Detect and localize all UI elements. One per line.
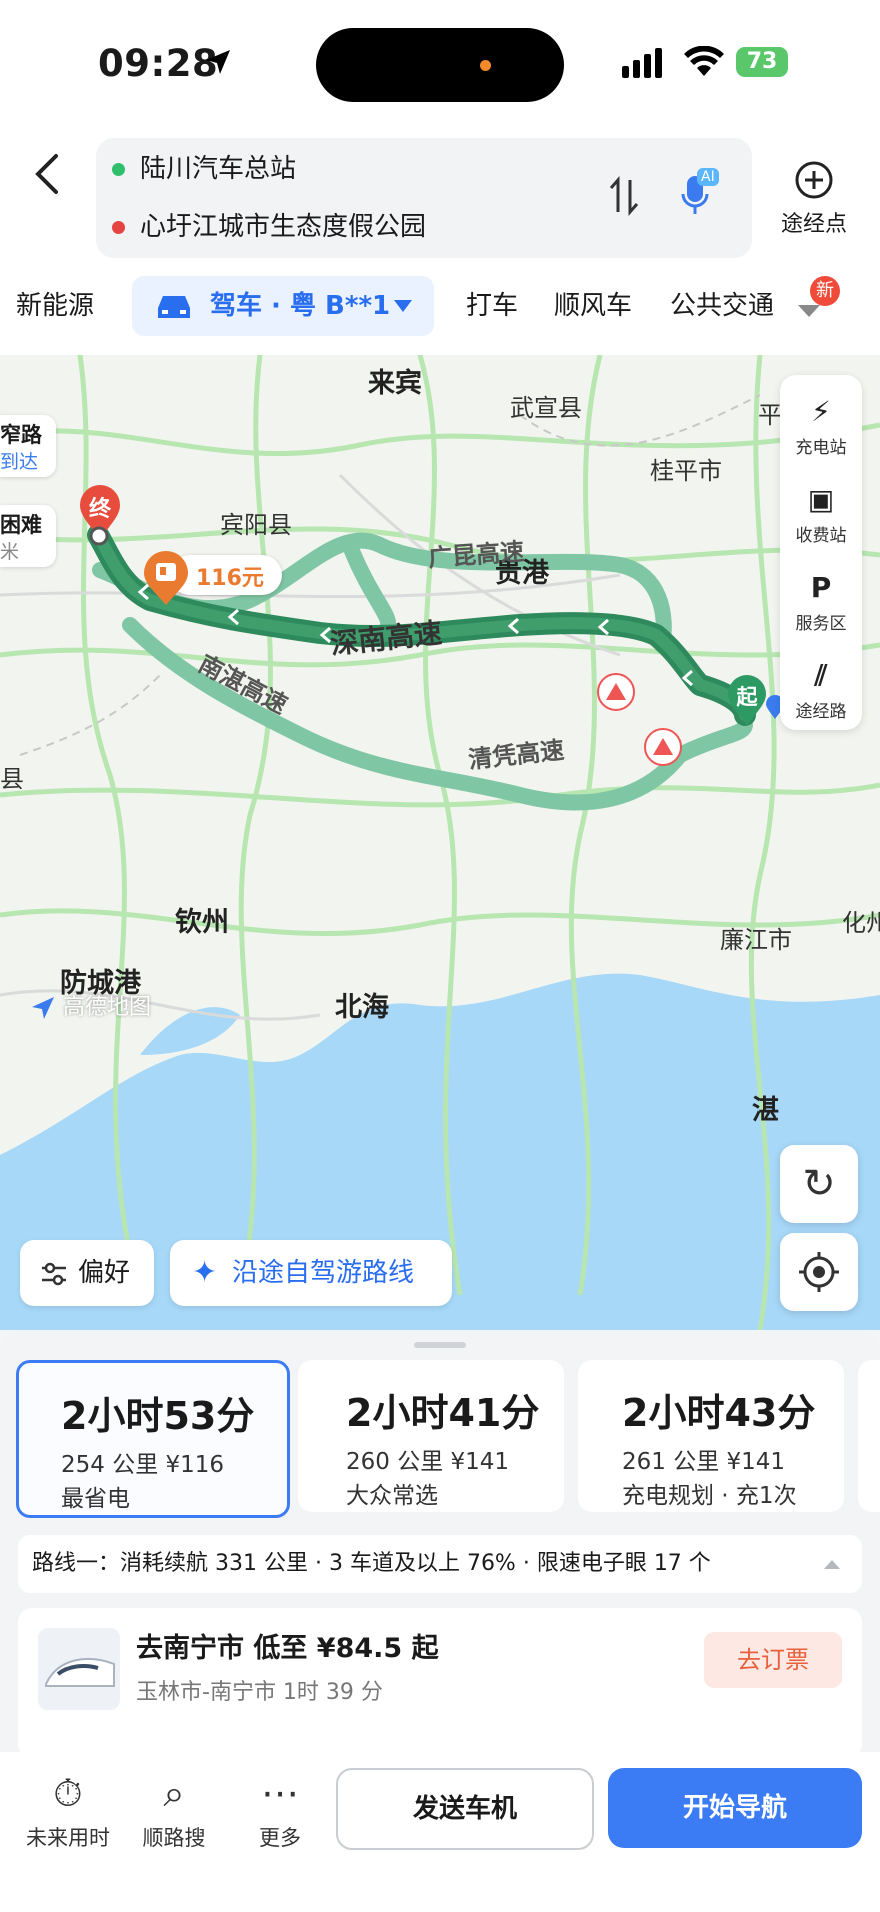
- voice-ai-icon[interactable]: AI: [681, 166, 725, 218]
- tab-drive[interactable]: 驾车 · 粤 B**1: [132, 276, 434, 336]
- toll-bubble[interactable]: 116元: [142, 551, 282, 605]
- swap-icon[interactable]: [608, 176, 640, 216]
- route-1-stats: 254 公里 ¥116: [61, 1452, 225, 1478]
- car-icon: [158, 296, 190, 318]
- place-xian: 县: [0, 765, 24, 793]
- sheet-handle[interactable]: [414, 1342, 466, 1348]
- origin-field[interactable]: 陆川汽车总站: [96, 140, 576, 198]
- place-ping: 平: [758, 401, 782, 429]
- road-guangkun: 广昆高速: [427, 537, 526, 573]
- new-badge: 新: [810, 276, 840, 306]
- toll-icon: [144, 551, 188, 605]
- service-area-button[interactable]: P 服务区: [780, 567, 862, 634]
- map-view[interactable]: 来宾 武宣县 桂平市 宾阳县 贵港 钦州 防城港 北海 廉江市 湛 化州 平 县…: [0, 355, 880, 1330]
- back-arrow-icon[interactable]: [30, 150, 66, 198]
- train-title: 去南宁市 低至 ¥84.5 起: [136, 1633, 439, 1664]
- sliders-icon: [42, 1262, 66, 1286]
- refresh-button[interactable]: ↻: [780, 1145, 858, 1223]
- service-icon: P: [810, 571, 832, 604]
- amap-logo: 高德地图: [30, 989, 151, 1021]
- clock-icon: ⏱: [53, 1771, 83, 1815]
- place-lianjiang: 廉江市: [720, 926, 792, 954]
- waypoint-button[interactable]: 途经点: [772, 160, 856, 238]
- wifi-icon: [684, 46, 724, 76]
- location-arrow-icon: [206, 50, 230, 74]
- route-card-3[interactable]: 2小时43分 261 公里 ¥141 充电规划 · 充1次: [578, 1360, 844, 1512]
- collapse-icon: [824, 1560, 840, 1569]
- dropdown-arrow-icon: [394, 300, 412, 312]
- dynamic-island: [316, 28, 564, 102]
- end-point-dot: [89, 526, 109, 546]
- route-header: 陆川汽车总站 心圩江城市生态度假公园 AI 途经点 新能源 驾车 · 粤 B**…: [0, 130, 880, 355]
- waypoint-label: 途经点: [780, 212, 847, 237]
- search-icon: ⌕: [163, 1771, 185, 1815]
- road-icon: ⫽: [814, 659, 828, 692]
- toll-station-button[interactable]: ▣ 收费站: [780, 479, 862, 546]
- bottom-action-bar: ⏱ 未来用时 ⌕ 顺路搜 ⋯ 更多 发送车机 开始导航: [0, 1752, 880, 1912]
- status-time: 09:28: [98, 42, 219, 85]
- more-button[interactable]: ⋯ 更多: [230, 1764, 330, 1852]
- send-to-car-button[interactable]: 发送车机: [336, 1768, 594, 1850]
- left-callout-2[interactable]: 困难 米: [0, 505, 56, 567]
- preference-button[interactable]: 偏好: [20, 1240, 154, 1306]
- more-dots-icon: ⋯: [261, 1771, 299, 1815]
- tab-public-transit[interactable]: 公共交通: [670, 276, 776, 336]
- route-3-stats: 261 公里 ¥141: [622, 1449, 786, 1475]
- start-navigation-button[interactable]: 开始导航: [608, 1768, 862, 1848]
- cellular-signal-icon: [622, 48, 662, 78]
- more-tabs-button[interactable]: 新: [792, 276, 852, 332]
- status-bar: 09:28 73: [0, 0, 880, 130]
- tab-new-energy[interactable]: 新能源: [16, 276, 94, 336]
- route-card-2[interactable]: 2小时41分 260 公里 ¥141 大众常选: [298, 1360, 564, 1512]
- battery-indicator: 73: [736, 47, 788, 77]
- tab-taxi[interactable]: 打车: [466, 276, 518, 336]
- refresh-icon: ↻: [802, 1161, 836, 1207]
- charging-icon: ⚡: [811, 395, 831, 428]
- start-marker[interactable]: 起: [726, 675, 768, 727]
- destination-field[interactable]: 心圩江城市生态度假公园: [96, 198, 576, 256]
- route-card-4-partial[interactable]: [858, 1360, 880, 1512]
- place-laibin: 来宾: [368, 368, 422, 399]
- place-huazhou: 化州: [842, 909, 880, 937]
- route-card-1[interactable]: 2小时53分 254 公里 ¥116 最省电: [16, 1360, 290, 1518]
- charging-station-button[interactable]: ⚡ 充电站: [780, 391, 862, 458]
- map-layers-panel: ⚡ 充电站 ▣ 收费站 P 服务区 ⫽ 途经路: [780, 375, 862, 730]
- sparkle-icon: ✦: [192, 1255, 218, 1290]
- route-input-box[interactable]: 陆川汽车总站 心圩江城市生态度假公园 AI: [96, 138, 752, 258]
- book-ticket-button[interactable]: 去订票: [704, 1632, 842, 1688]
- train-icon: [38, 1628, 120, 1710]
- locate-button[interactable]: [780, 1233, 858, 1311]
- transport-tabs: 新能源 驾车 · 粤 B**1 打车 顺风车 公共交通 新: [0, 276, 880, 340]
- route-info-bar[interactable]: 路线一：消耗续航 331 公里 · 3 车道及以上 76% · 限速电子眼 17…: [18, 1535, 862, 1593]
- map-canvas: [0, 355, 880, 1330]
- add-circle-icon: [795, 161, 833, 199]
- train-ticket-card[interactable]: 去南宁市 低至 ¥84.5 起 玉林市-南宁市 1时 39 分 去订票: [18, 1608, 862, 1758]
- left-callout-1[interactable]: 窄路 到达: [0, 415, 56, 477]
- train-subtitle: 玉林市-南宁市 1时 39 分: [136, 1680, 383, 1705]
- route-2-stats: 260 公里 ¥141: [346, 1449, 510, 1475]
- road-trip-button[interactable]: ✦ 沿途自驾游路线: [170, 1240, 452, 1306]
- future-time-button[interactable]: ⏱ 未来用时: [18, 1764, 118, 1852]
- search-along-button[interactable]: ⌕ 顺路搜: [124, 1764, 224, 1852]
- tab-carpool[interactable]: 顺风车: [554, 276, 632, 336]
- place-wuxuan: 武宣县: [510, 394, 582, 422]
- place-binyang: 宾阳县: [220, 511, 292, 539]
- place-qinzhou: 钦州: [175, 907, 229, 938]
- toll-icon: ▣: [807, 483, 835, 516]
- passing-road-button[interactable]: ⫽ 途经路: [780, 655, 862, 722]
- crosshair-icon: [799, 1252, 839, 1292]
- place-beihai: 北海: [335, 992, 389, 1023]
- place-zhan: 湛: [752, 1095, 779, 1126]
- place-guiping: 桂平市: [650, 457, 722, 485]
- amap-logo-icon: [32, 997, 54, 1019]
